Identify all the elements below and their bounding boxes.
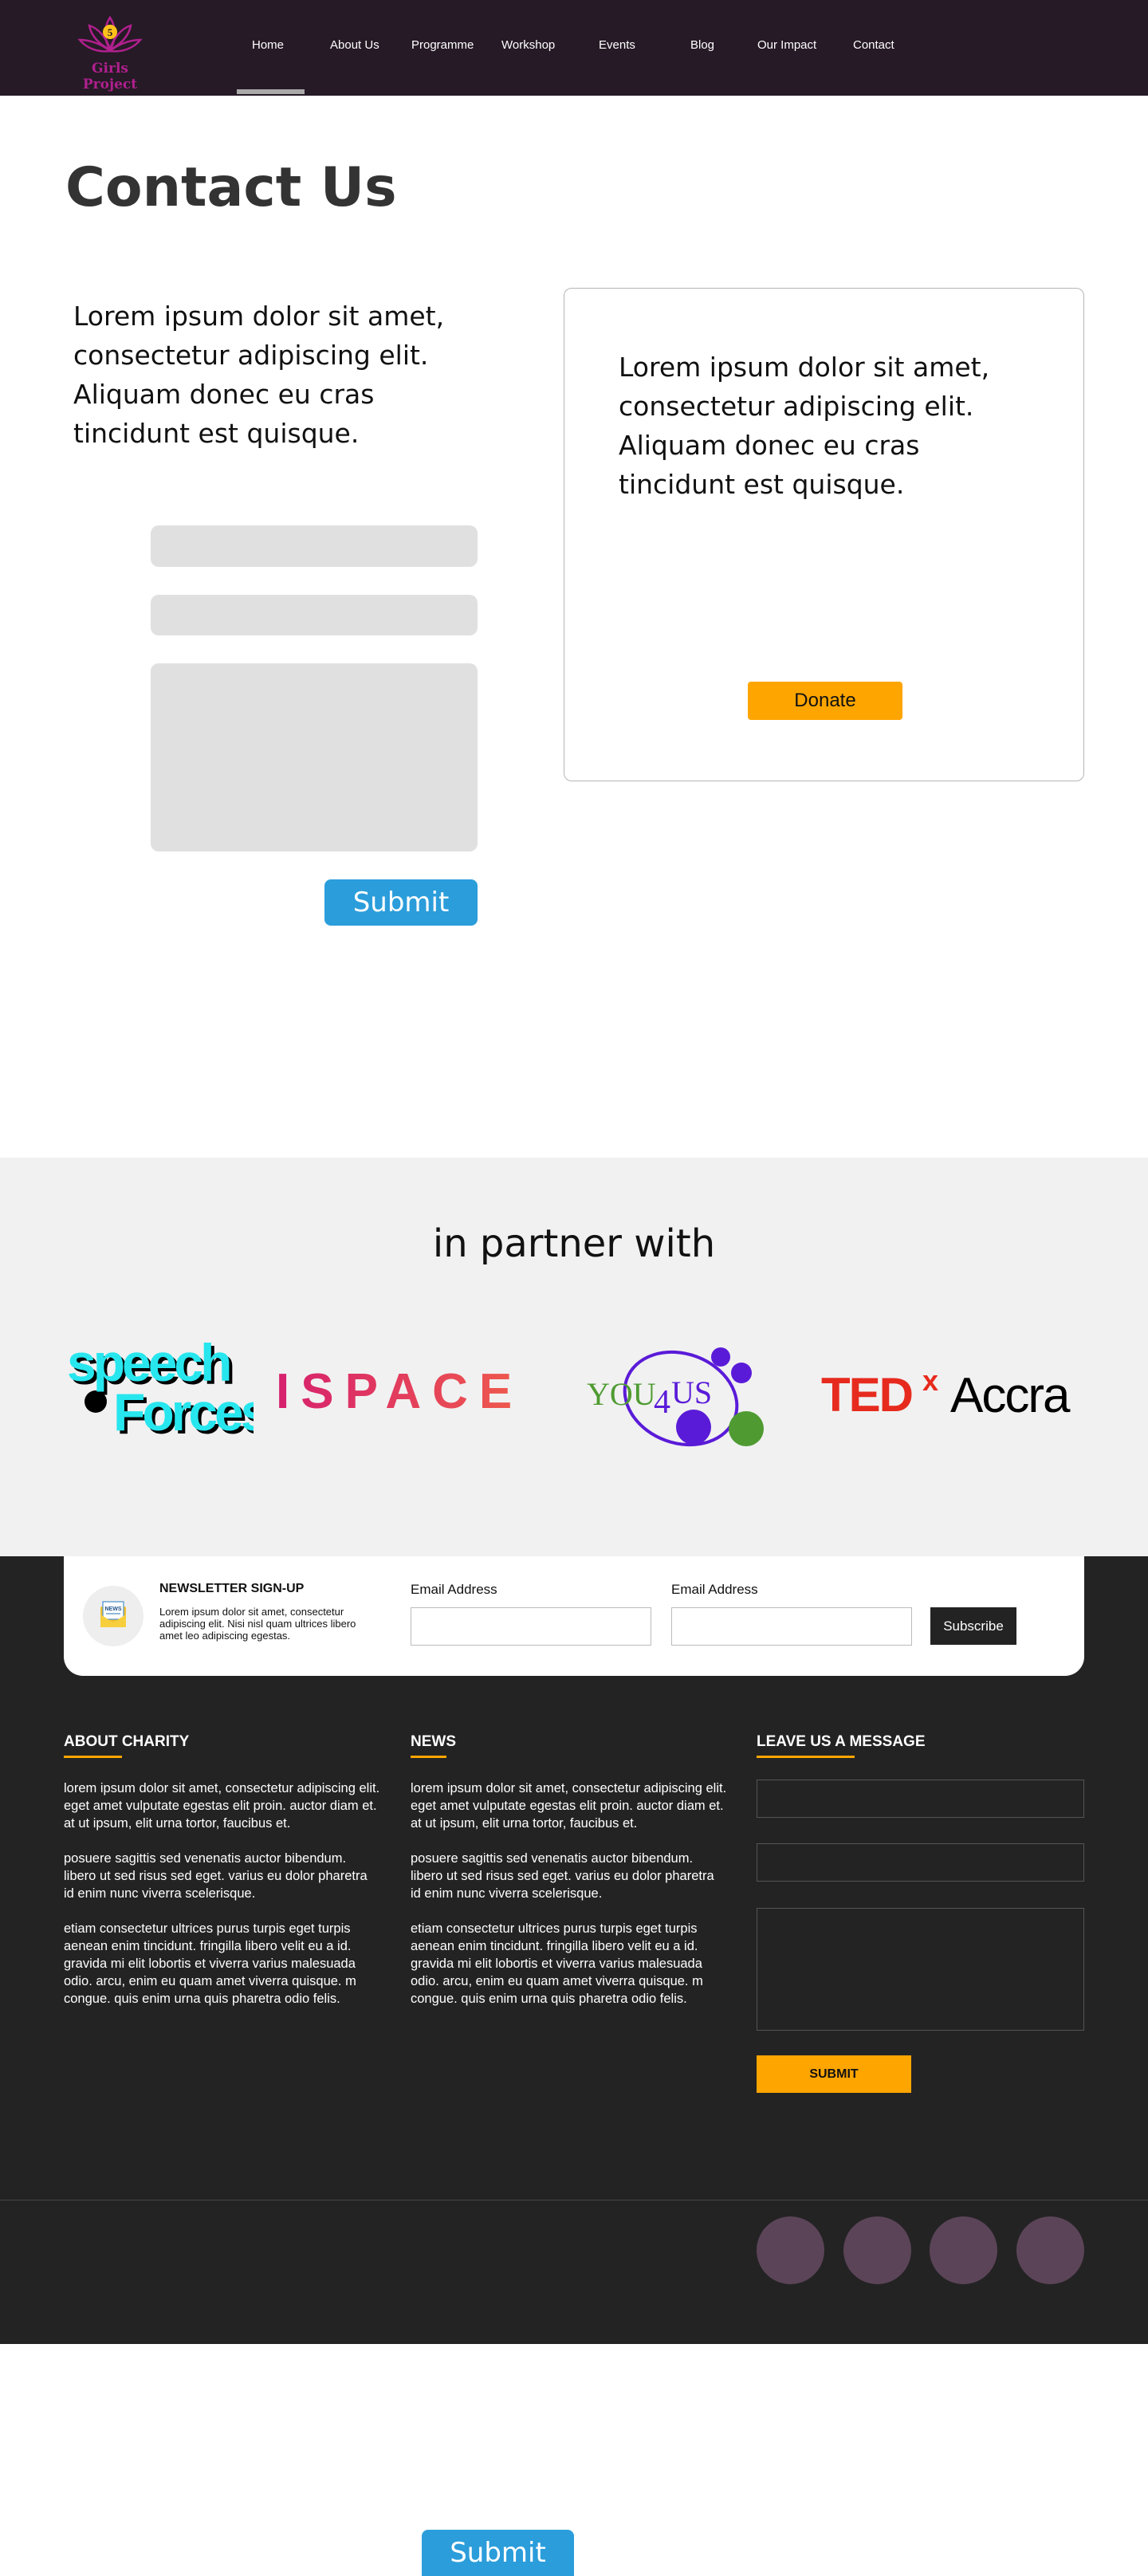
email-field[interactable]	[151, 595, 478, 635]
about-paragraph: lorem ipsum dolor sit amet, consectetur …	[64, 1781, 380, 1831]
news-underline	[411, 1756, 446, 1758]
tedx-city: Accra	[950, 1368, 1071, 1422]
you4us-four: 4	[654, 1384, 670, 1421]
newsletter-icon: NEWS	[83, 1586, 144, 1646]
social-icon-3[interactable]	[930, 2216, 997, 2284]
donate-card: Lorem ipsum dolor sit amet, consectetur …	[564, 288, 1084, 781]
message-name-field[interactable]	[757, 1780, 1084, 1818]
nav-programme[interactable]: Programme	[411, 38, 474, 52]
tedx-ted: TED	[821, 1368, 912, 1422]
nav-our-impact[interactable]: Our Impact	[757, 38, 816, 52]
newsletter-title: NEWSLETTER SIGN-UP	[159, 1582, 305, 1595]
message-body-textarea[interactable]	[757, 1908, 1084, 2031]
email-label-2: Email Address	[671, 1582, 758, 1597]
page-title: Contact Us	[65, 156, 397, 219]
message-email-field[interactable]	[757, 1843, 1084, 1882]
tedx-x: x	[922, 1367, 938, 1397]
social-icon-4[interactable]	[1016, 2216, 1084, 2284]
girls-project-logo[interactable]: 5 Girls Project	[62, 11, 158, 92]
nav-about-us[interactable]: About Us	[330, 38, 379, 52]
you4us-you: YOU	[587, 1376, 656, 1412]
nav-blog[interactable]: Blog	[690, 38, 714, 52]
news-paragraph: lorem ipsum dolor sit amet, consectetur …	[411, 1781, 727, 1831]
contact-intro-text: Lorem ipsum dolor sit amet, consectetur …	[73, 301, 445, 449]
nav-workshop[interactable]: Workshop	[501, 38, 555, 52]
bottom-submit-button[interactable]: Submit	[422, 2530, 574, 2576]
svg-text:NEWS: NEWS	[105, 1607, 122, 1612]
email-label-1: Email Address	[411, 1582, 497, 1597]
message-textarea[interactable]	[151, 663, 478, 851]
lotus-icon: 5	[77, 15, 143, 53]
you4us-logo[interactable]: YOU 4 US	[587, 1346, 767, 1449]
news-paragraph: etiam consectetur ultrices purus turpis …	[411, 1921, 703, 2006]
ispace-text: ISPACE	[276, 1367, 518, 1414]
news-paragraph: posuere sagittis sed venenatis auctor bi…	[411, 1851, 714, 1901]
about-charity-title: ABOUT CHARITY	[64, 1733, 190, 1750]
social-icon-2[interactable]	[843, 2216, 911, 2284]
newsletter-card: NEWS NEWSLETTER SIGN-UP Lorem ipsum dolo…	[64, 1556, 1084, 1676]
partners-title: in partner with	[432, 1221, 716, 1266]
subscribe-button[interactable]: Subscribe	[930, 1607, 1016, 1645]
newsletter-email-input-1[interactable]	[411, 1607, 651, 1646]
about-paragraph: posuere sagittis sed venenatis auctor bi…	[64, 1851, 368, 1901]
leave-message-title: LEAVE US A MESSAGE	[757, 1733, 926, 1750]
logo-text: Girls Project	[82, 61, 138, 92]
nav-events[interactable]: Events	[599, 38, 635, 52]
social-icon-1[interactable]	[757, 2216, 824, 2284]
newsletter-description: Lorem ipsum dolor sit amet, consectetur …	[159, 1606, 356, 1642]
you4us-us: US	[671, 1375, 712, 1410]
donate-text: Lorem ipsum dolor sit amet, consectetur …	[619, 352, 990, 500]
contact-submit-button[interactable]: Submit	[324, 879, 478, 926]
top-navigation: 5 Girls Project Home About Us Programme …	[0, 0, 1148, 96]
speech-forces-line2-fg: Forces	[113, 1382, 254, 1438]
nav-home[interactable]: Home	[252, 38, 284, 52]
about-underline	[64, 1756, 122, 1758]
tedx-accra-logo[interactable]: TED x Accra	[821, 1364, 1084, 1423]
ispace-logo[interactable]: ISPACE	[276, 1364, 518, 1419]
message-submit-button[interactable]: SUBMIT	[757, 2055, 911, 2093]
nav-contact[interactable]: Contact	[853, 38, 894, 52]
message-underline	[757, 1756, 855, 1758]
speech-forces-logo[interactable]: speech speech Forces Forces	[67, 1333, 274, 1445]
active-nav-indicator	[237, 89, 305, 94]
donate-button[interactable]: Donate	[748, 682, 902, 720]
about-paragraph: etiam consectetur ultrices purus turpis …	[64, 1921, 356, 2006]
newsletter-email-input-2[interactable]	[671, 1607, 912, 1646]
news-title: NEWS	[411, 1733, 456, 1750]
about-charity-text: lorem ipsum dolor sit amet, consectetur …	[64, 1780, 380, 2025]
partners-section: in partner with speech speech Forces For…	[0, 1158, 1148, 1556]
news-text: lorem ipsum dolor sit amet, consectetur …	[411, 1780, 727, 2025]
svg-text:5: 5	[108, 26, 113, 38]
name-field[interactable]	[151, 525, 478, 567]
